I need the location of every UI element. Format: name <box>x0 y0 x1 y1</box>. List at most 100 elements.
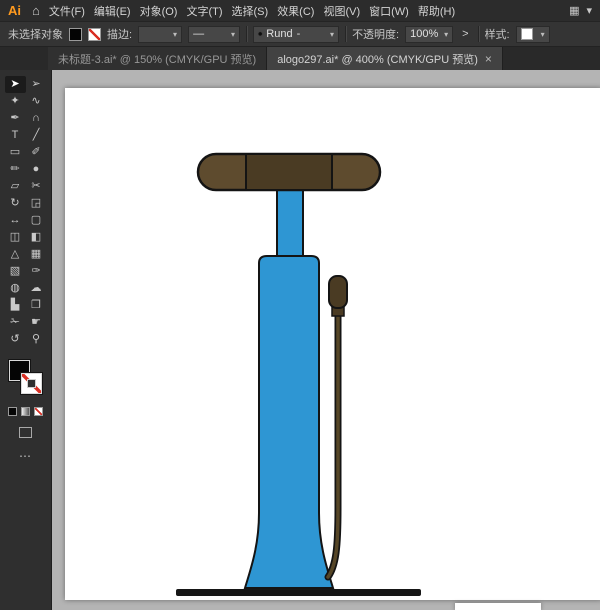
stroke-weight-dropdown[interactable]: ▾ <box>138 25 183 43</box>
opacity-value: 100% <box>410 28 439 40</box>
tool-eyedropper[interactable]: ✑ <box>26 263 47 280</box>
stroke-swatch-indicator[interactable] <box>20 373 42 394</box>
pump-hose[interactable] <box>326 310 340 579</box>
pump-nozzle[interactable] <box>328 275 348 309</box>
no-selection-label: 未选择对象 <box>8 29 63 41</box>
menu-item-window[interactable]: 窗口(W) <box>369 3 409 19</box>
document-tab-1[interactable]: 未标题-3.ai* @ 150% (CMYK/GPU 预览) <box>48 47 268 70</box>
tool-pencil[interactable]: ✏ <box>5 161 26 178</box>
tool-direct-selection[interactable]: ➢ <box>26 76 47 93</box>
menu-item-view[interactable]: 视图(V) <box>323 3 360 19</box>
document-tab-2[interactable]: alogo297.ai* @ 400% (CMYK/GPU 预览) × <box>267 47 503 70</box>
menu-item-select[interactable]: 选择(S) <box>232 3 269 19</box>
tool-hand[interactable]: ☛ <box>26 314 47 331</box>
tool-paintbrush[interactable]: ✐ <box>26 144 47 161</box>
tool-line-segment[interactable]: ╱ <box>26 127 47 144</box>
ai-logo[interactable]: Ai <box>8 3 21 18</box>
menu-item-object[interactable]: 对象(O) <box>140 3 178 19</box>
tool-mesh[interactable]: ▦ <box>26 246 47 263</box>
menu-item-help[interactable]: 帮助(H) <box>418 3 455 19</box>
menubar: Ai ⌂ 文件(F) 编辑(E) 对象(O) 文字(T) 选择(S) 效果(C) 视图(V)… <box>0 0 600 22</box>
canvas-area[interactable] <box>52 70 600 610</box>
stroke-hole <box>26 379 36 388</box>
brush-value: Rund <box>266 28 293 40</box>
workspace-icon[interactable]: ▦ <box>569 4 579 17</box>
tool-width[interactable]: ↔ <box>5 212 26 229</box>
fill-color-well[interactable] <box>69 27 82 41</box>
pump-handle-center[interactable] <box>245 153 333 191</box>
tool-eraser[interactable]: ▱ <box>5 178 26 195</box>
separator <box>345 26 347 42</box>
menu-item-edit[interactable]: 编辑(E) <box>94 3 131 19</box>
tool-curvature[interactable]: ∩ <box>26 110 47 127</box>
tool-gradient[interactable]: ▧ <box>5 263 26 280</box>
style-dropdown[interactable]: ▾ <box>515 25 550 43</box>
tool-perspective-grid[interactable]: △ <box>5 246 26 263</box>
menubar-items: 文件(F) 编辑(E) 对象(O) 文字(T) 选择(S) 效果(C) 视图(V) 窗口(W)… <box>49 3 455 19</box>
tool-scale[interactable]: ◲ <box>26 195 47 212</box>
style-label: 样式: <box>484 29 510 41</box>
color-mode-button[interactable] <box>8 407 17 416</box>
tool-type[interactable]: T <box>5 127 26 144</box>
chevron-down-icon: ▾ <box>173 29 178 39</box>
menu-item-file[interactable]: 文件(F) <box>49 3 85 19</box>
tool-blob-brush[interactable]: ● <box>26 161 47 178</box>
edit-toolbar-button[interactable]: ⋯ <box>19 449 32 463</box>
drawing-mode-button[interactable] <box>19 427 32 438</box>
tool-symbol-sprayer[interactable]: ☁ <box>26 280 47 297</box>
tool-rectangle[interactable]: ▭ <box>5 144 26 161</box>
stroke-label: 描边: <box>107 29 133 41</box>
tabbar: 未标题-3.ai* @ 150% (CMYK/GPU 预览) alogo297.a… <box>0 47 600 70</box>
tool-pen[interactable]: ✒ <box>5 110 26 127</box>
brush-dash: - <box>296 28 301 40</box>
tool-artboard[interactable]: ❐ <box>26 297 47 314</box>
stroke-color-well[interactable] <box>88 27 101 41</box>
tool-shape-builder[interactable]: ◫ <box>5 229 26 246</box>
toolbar-panel: ➤ ➢ ✦ ∿ ✒ ∩ T ╱ ▭ ✐ ✏ ● ▱ ✂ ↻ ◲ ↔ ▢ ◫ ◧ △ ▦ ▧ ✑ ◍ ☁ ▙ ❐ ✁ ☛ ↺ ⚲ ⋯ <box>0 70 52 610</box>
tool-scissors[interactable]: ✂ <box>26 178 47 195</box>
tool-magic-wand[interactable]: ✦ <box>5 93 26 110</box>
brush-preview-icon: • <box>258 27 263 41</box>
control-expand-chevron[interactable]: > <box>459 28 471 40</box>
chevron-down-icon: ▾ <box>231 29 236 39</box>
menubar-right: ▦ ▾ <box>569 4 592 17</box>
tool-live-paint[interactable]: ◧ <box>26 229 47 246</box>
tool-free-transform[interactable]: ▢ <box>26 212 47 229</box>
tool-lasso[interactable]: ∿ <box>26 93 47 110</box>
menu-item-type[interactable]: 文字(T) <box>186 3 222 19</box>
pump-base[interactable] <box>176 589 421 596</box>
separator <box>477 26 479 42</box>
chevron-down-icon: ▾ <box>444 29 449 39</box>
opacity-dropdown[interactable]: 100% ▾ <box>405 25 454 43</box>
style-swatch-icon <box>520 28 533 40</box>
tool-rotate-view[interactable]: ↺ <box>5 331 26 348</box>
main-area: ➤ ➢ ✦ ∿ ✒ ∩ T ╱ ▭ ✐ ✏ ● ▱ ✂ ↻ ◲ ↔ ▢ ◫ ◧ △ ▦ ▧ ✑ ◍ ☁ ▙ ❐ ✁ ☛ ↺ ⚲ ⋯ <box>0 70 600 610</box>
tab-label: alogo297.ai* @ 400% (CMYK/GPU 预览) <box>277 53 478 66</box>
tool-blend[interactable]: ◍ <box>5 280 26 297</box>
tool-column-graph[interactable]: ▙ <box>5 297 26 314</box>
gradient-mode-button[interactable] <box>21 407 30 416</box>
color-mode-buttons <box>8 407 43 416</box>
tool-selection[interactable]: ➤ <box>4 76 26 93</box>
pump-barrel[interactable] <box>243 255 335 589</box>
swatch-stack <box>8 360 44 398</box>
menu-item-effect[interactable]: 效果(C) <box>277 3 314 19</box>
tool-zoom[interactable]: ⚲ <box>26 331 47 348</box>
chevron-down-icon: ▾ <box>540 29 545 39</box>
stroke-profile-value: — <box>193 28 205 40</box>
tab-label: 未标题-3.ai* @ 150% (CMYK/GPU 预览) <box>58 53 257 66</box>
control-bar: 未选择对象 描边: ▾ — ▾ • Rund - ▾ 不透明度: 100% ▾ … <box>0 22 600 47</box>
none-mode-button[interactable] <box>34 407 43 416</box>
home-icon[interactable]: ⌂ <box>32 3 40 18</box>
stroke-profile-dropdown[interactable]: — ▾ <box>188 25 241 43</box>
separator <box>246 26 248 42</box>
opacity-label: 不透明度: <box>352 29 400 41</box>
pump-shaft[interactable] <box>276 185 304 263</box>
tool-slice[interactable]: ✁ <box>5 314 26 331</box>
tool-rotate[interactable]: ↻ <box>5 195 26 212</box>
pump-artwork[interactable] <box>52 70 600 610</box>
tab-close-icon[interactable]: × <box>485 52 492 66</box>
menubar-chevron-icon[interactable]: ▾ <box>586 4 592 17</box>
brush-dropdown[interactable]: • Rund - ▾ <box>253 25 340 43</box>
chevron-down-icon: ▾ <box>330 29 335 39</box>
